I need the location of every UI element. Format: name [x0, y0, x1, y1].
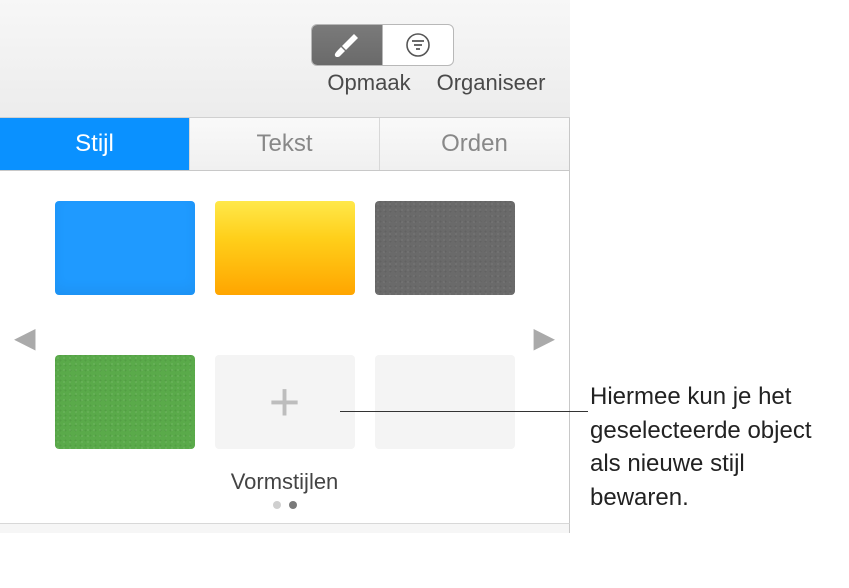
pagination-dots — [46, 501, 523, 509]
segment-organiseer[interactable] — [382, 25, 453, 65]
styles-next-arrow[interactable]: ▶ — [533, 321, 555, 354]
section-divider — [0, 523, 570, 533]
inspector-mode-segmented-control[interactable] — [311, 24, 454, 66]
segment-label-opmaak: Opmaak — [311, 70, 427, 96]
paintbrush-icon — [332, 32, 362, 58]
page-dot-2[interactable] — [289, 501, 297, 509]
add-style-button[interactable]: + — [215, 355, 355, 449]
toolbar: Opmaak Organiseer — [0, 0, 570, 118]
page-dot-1[interactable] — [273, 501, 281, 509]
inspector-panel: Opmaak Organiseer Stijl Tekst Orden ◀ ▶ … — [0, 0, 570, 533]
style-swatch-yellow[interactable] — [215, 201, 355, 295]
callout-line — [340, 411, 588, 412]
segment-opmaak[interactable] — [312, 25, 382, 65]
inspector-tabs: Stijl Tekst Orden — [0, 118, 570, 171]
annotation-text: Hiermee kun je het geselecteerde object … — [590, 380, 840, 514]
segment-labels: Opmaak Organiseer — [311, 70, 555, 96]
style-swatch-empty — [375, 355, 515, 449]
shape-styles-panel: ◀ ▶ + Vormstijlen — [0, 171, 570, 523]
style-swatch-gray[interactable] — [375, 201, 515, 295]
style-swatch-green[interactable] — [55, 355, 195, 449]
style-swatch-blue[interactable] — [55, 201, 195, 295]
styles-prev-arrow[interactable]: ◀ — [14, 321, 36, 354]
filter-icon — [403, 32, 433, 58]
tab-orden[interactable]: Orden — [380, 118, 570, 170]
plus-icon: + — [269, 375, 301, 429]
tab-tekst[interactable]: Tekst — [190, 118, 380, 170]
tab-stijl[interactable]: Stijl — [0, 118, 190, 170]
segment-label-organiseer: Organiseer — [427, 70, 555, 96]
styles-caption: Vormstijlen — [46, 469, 523, 495]
